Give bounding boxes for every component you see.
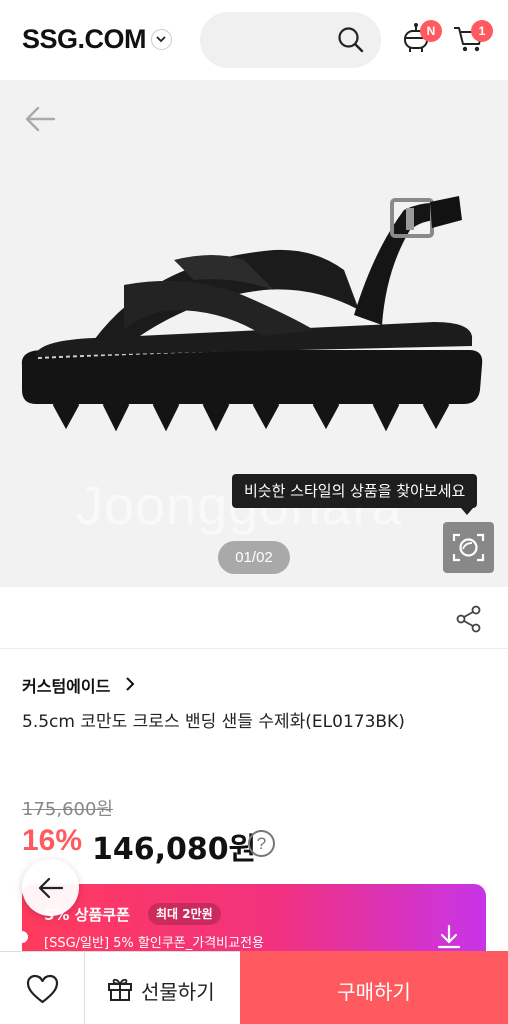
- download-icon[interactable]: [436, 924, 462, 950]
- tooltip-tail: [461, 508, 473, 515]
- chevron-down-icon[interactable]: [151, 29, 172, 50]
- heart-icon: [26, 974, 59, 1004]
- image-search-button[interactable]: [443, 522, 494, 573]
- wishlist-button[interactable]: [0, 952, 85, 1024]
- ssg-logo[interactable]: SSG.COM: [22, 24, 147, 55]
- price-help-icon[interactable]: ?: [248, 830, 275, 857]
- original-price: 175,600원: [22, 799, 113, 820]
- buy-button[interactable]: 구매하기: [240, 951, 508, 1024]
- product-image-gallery[interactable]: Joonggonara 비슷한 스타일의 상품을 찾아보세요 01/02: [0, 80, 508, 587]
- chevron-right-icon[interactable]: [124, 676, 136, 692]
- gift-button[interactable]: 선물하기: [85, 952, 240, 1024]
- notification-button[interactable]: N: [402, 20, 442, 58]
- sandal-image: [21, 196, 483, 432]
- coupon-description: [SSG/일반] 5% 할인쿠폰_가격비교전용: [44, 936, 265, 951]
- camera-lens-icon: [452, 533, 485, 562]
- top-header: SSG.COM N 1: [0, 0, 508, 80]
- share-icon[interactable]: [456, 605, 482, 633]
- similar-style-tooltip: 비슷한 스타일의 상품을 찾아보세요: [232, 474, 478, 508]
- gift-label: 선물하기: [141, 980, 215, 1004]
- arrow-left-icon: [38, 877, 64, 899]
- search-icon[interactable]: [337, 26, 365, 54]
- side-indicator-dot: [16, 931, 28, 943]
- image-pager: 01/02: [218, 541, 290, 574]
- sale-price: 146,080원: [92, 832, 257, 867]
- bottom-action-bar: 선물하기 구매하기: [0, 951, 508, 1024]
- cart-button[interactable]: 1: [453, 20, 493, 58]
- product-title: 5.5cm 코만도 크로스 밴딩 샌들 수제화(EL0173BK): [22, 712, 405, 732]
- discount-rate: 16%: [22, 824, 83, 857]
- brand-link[interactable]: 커스텀에이드: [22, 673, 110, 697]
- back-arrow-icon[interactable]: [24, 106, 56, 132]
- search-input[interactable]: [200, 12, 381, 68]
- notification-badge: N: [420, 20, 442, 42]
- coupon-max-chip: 최대 2만원: [148, 903, 221, 925]
- floating-back-button[interactable]: [22, 859, 79, 916]
- cart-badge: 1: [471, 20, 493, 42]
- gift-icon: [108, 978, 132, 1001]
- share-row: [0, 587, 508, 649]
- buy-label: 구매하기: [337, 980, 411, 1004]
